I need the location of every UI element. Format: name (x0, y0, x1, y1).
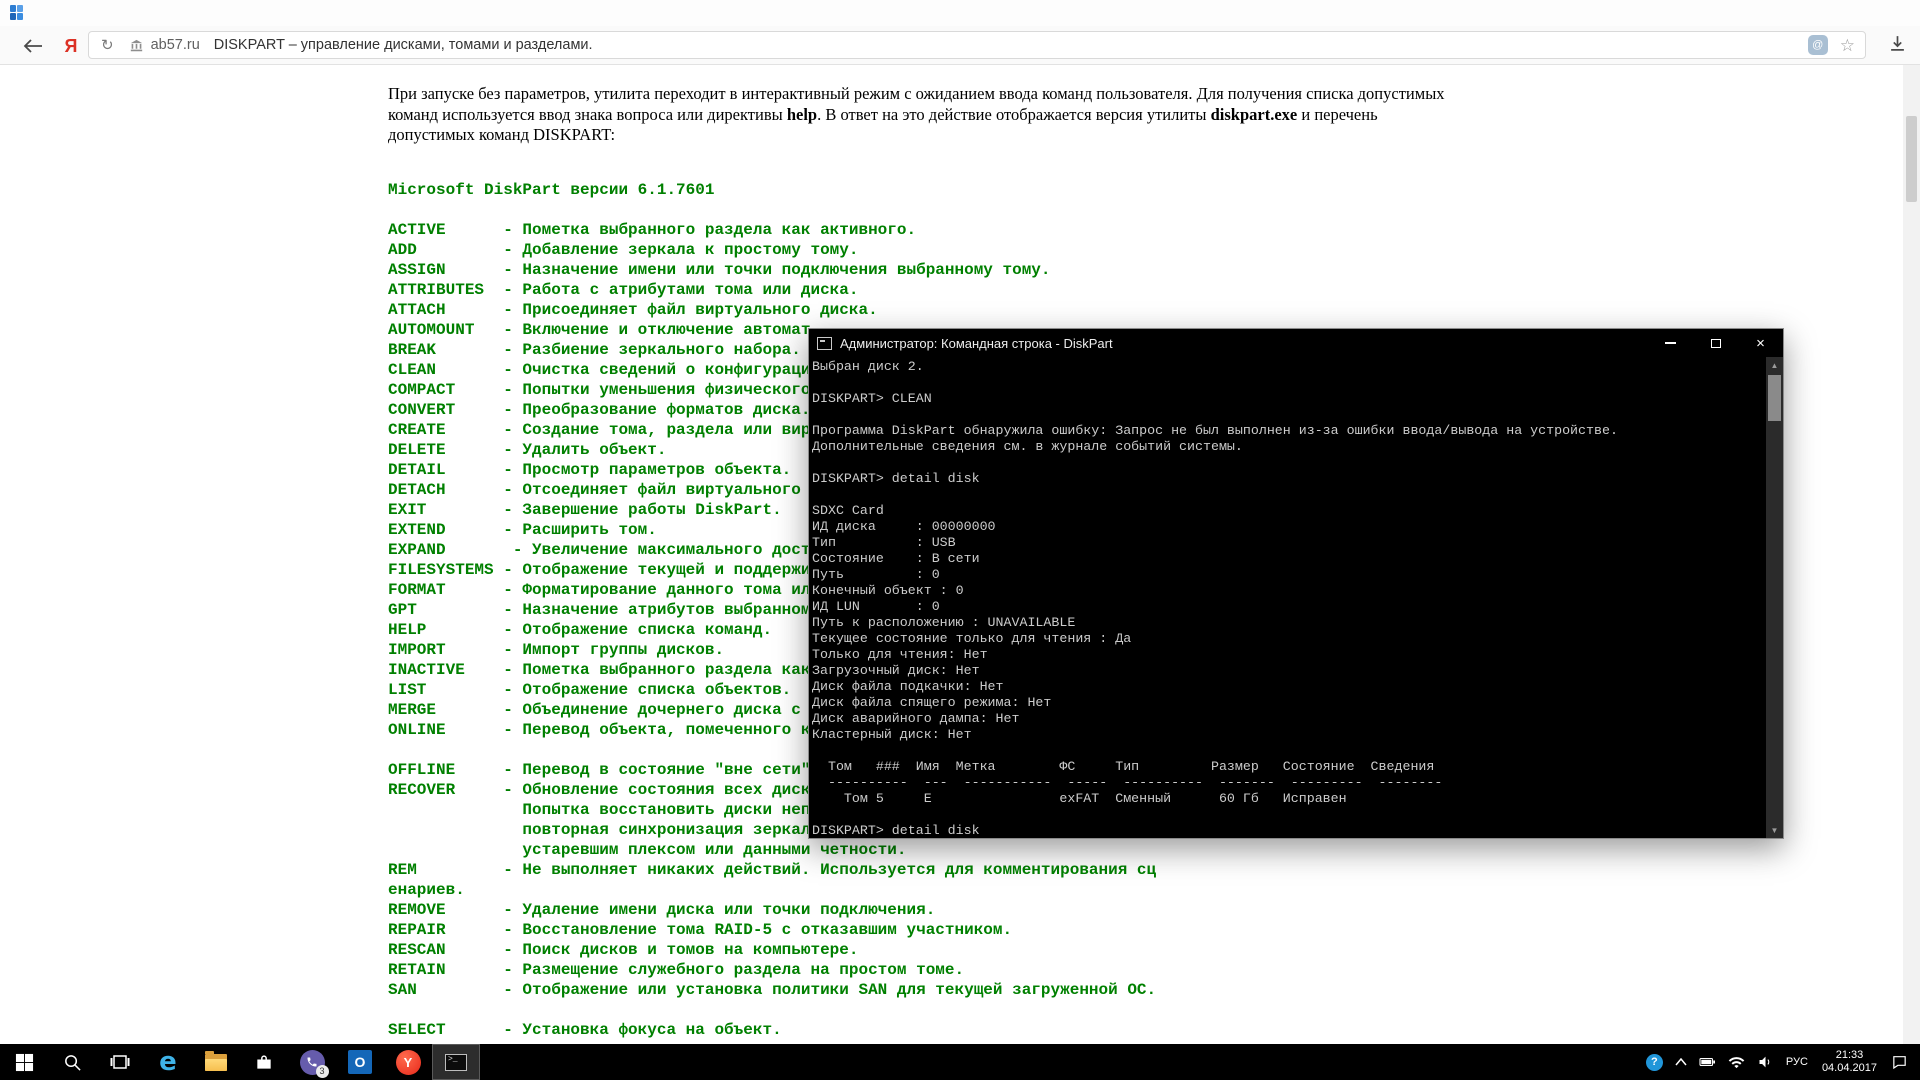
wifi-icon (1728, 1056, 1745, 1068)
intro-line-1: При запуске без параметров, утилита пере… (388, 84, 1445, 103)
close-button[interactable]: × (1738, 329, 1783, 357)
taskbar: e 3 O Y >_ ? РУС 21:33 04.04.2017 (0, 1044, 1920, 1080)
tray-help-button[interactable]: ? (1640, 1044, 1669, 1080)
address-bar[interactable]: ↻ ab57.ru DISKPART – управление дисками,… (88, 31, 1866, 59)
taskbar-cmd-button[interactable]: >_ (432, 1044, 480, 1080)
tray-clock[interactable]: 21:33 04.04.2017 (1814, 1049, 1885, 1075)
page-scrollbar-thumb[interactable] (1906, 116, 1917, 202)
battery-status[interactable] (1693, 1044, 1722, 1080)
page-scrollbar[interactable] (1903, 65, 1920, 1044)
cmd-window-icon (817, 336, 832, 350)
site-icon (130, 39, 143, 52)
taskbar-viber-button[interactable]: 3 (288, 1044, 336, 1080)
task-view-button[interactable] (96, 1044, 144, 1080)
windows-logo-icon (15, 1053, 33, 1071)
system-tray: ? РУС 21:33 04.04.2017 (1640, 1044, 1920, 1080)
intro-line-2a: команд используется ввод знака вопроса и… (388, 104, 787, 124)
refresh-icon[interactable]: ↻ (101, 38, 114, 53)
minimize-button[interactable] (1648, 329, 1693, 357)
scroll-up-icon[interactable]: ▲ (1766, 357, 1783, 373)
clock-time: 21:33 (1835, 1049, 1864, 1061)
protect-extension-icon[interactable]: @ (1807, 35, 1828, 55)
folder-icon (205, 1050, 227, 1071)
outlook-icon: O (348, 1050, 372, 1074)
back-arrow-icon (23, 39, 42, 53)
scroll-down-icon[interactable]: ▼ (1766, 822, 1783, 838)
battery-icon (1699, 1057, 1715, 1067)
edge-icon: e (159, 1047, 177, 1077)
browser-tab-strip (0, 0, 1920, 26)
console-title: Администратор: Командная строка - DiskPa… (840, 335, 1113, 351)
action-center-icon (1893, 1056, 1906, 1070)
intro-bold-diskpart: diskpart.exe (1210, 104, 1298, 124)
clock-date: 04.04.2017 (1821, 1062, 1877, 1074)
speaker-icon (1759, 1056, 1770, 1068)
notification-badge: 3 (315, 1064, 329, 1078)
intro-bold-help: help (786, 104, 818, 124)
minimize-icon (1665, 342, 1676, 344)
intro-line-3: допустимых команд DISKPART: (388, 125, 616, 144)
maximize-button[interactable] (1693, 329, 1738, 357)
console-scrollbar-thumb[interactable] (1768, 375, 1781, 421)
action-center-button[interactable] (1885, 1044, 1914, 1080)
maximize-icon (1710, 338, 1721, 348)
help-icon: ? (1645, 1053, 1663, 1071)
tray-expand-button[interactable] (1669, 1044, 1693, 1080)
yandex-browser-icon: Y (395, 1049, 421, 1075)
taskbar-search-button[interactable] (48, 1044, 96, 1080)
chevron-up-icon (1675, 1058, 1687, 1066)
task-view-icon (110, 1055, 130, 1069)
tab-favicon[interactable] (10, 5, 24, 21)
intro-paragraph: При запуске без параметров, утилита пере… (388, 84, 1708, 146)
viber-icon: 3 (299, 1049, 329, 1078)
page-title-text: DISKPART – управление дисками, томами и … (213, 37, 593, 53)
taskbar-store-button[interactable] (240, 1044, 288, 1080)
cmd-icon: >_ (445, 1053, 467, 1071)
taskbar-file-explorer-button[interactable] (192, 1044, 240, 1080)
console-window: Администратор: Командная строка - DiskPa… (808, 328, 1784, 839)
bookmark-star-icon[interactable]: ☆ (1840, 37, 1855, 54)
console-output: Выбран диск 2. DISKPART> CLEAN Программа… (812, 359, 1618, 838)
yandex-logo-button[interactable]: Я (58, 34, 84, 58)
network-status[interactable] (1722, 1044, 1751, 1080)
close-icon: × (1756, 334, 1765, 352)
language-indicator[interactable]: РУС (1780, 1044, 1814, 1080)
console-titlebar[interactable]: Администратор: Командная строка - DiskPa… (809, 329, 1783, 357)
volume-status[interactable] (1751, 1044, 1780, 1080)
window-controls: × (1648, 329, 1783, 357)
taskbar-yandex-browser-button[interactable]: Y (384, 1044, 432, 1080)
taskbar-outlook-button[interactable]: O (336, 1044, 384, 1080)
intro-line-2b: . В ответ на это действие отображается в… (817, 104, 1211, 124)
start-button[interactable] (0, 1044, 48, 1080)
search-icon (64, 1054, 81, 1071)
back-button[interactable] (20, 36, 46, 56)
downloads-button[interactable] (1889, 35, 1906, 52)
intro-line-2c: и перечень (1297, 104, 1378, 124)
console-body[interactable]: Выбран диск 2. DISKPART> CLEAN Программа… (809, 357, 1766, 838)
store-bag-icon (257, 1055, 271, 1069)
download-icon (1891, 36, 1904, 51)
url-text: ab57.ru (150, 37, 200, 53)
browser-toolbar: Я ↻ ab57.ru DISKPART – управление дискам… (0, 26, 1920, 65)
console-scrollbar[interactable]: ▲ ▼ (1766, 357, 1783, 838)
taskbar-edge-button[interactable]: e (144, 1044, 192, 1080)
